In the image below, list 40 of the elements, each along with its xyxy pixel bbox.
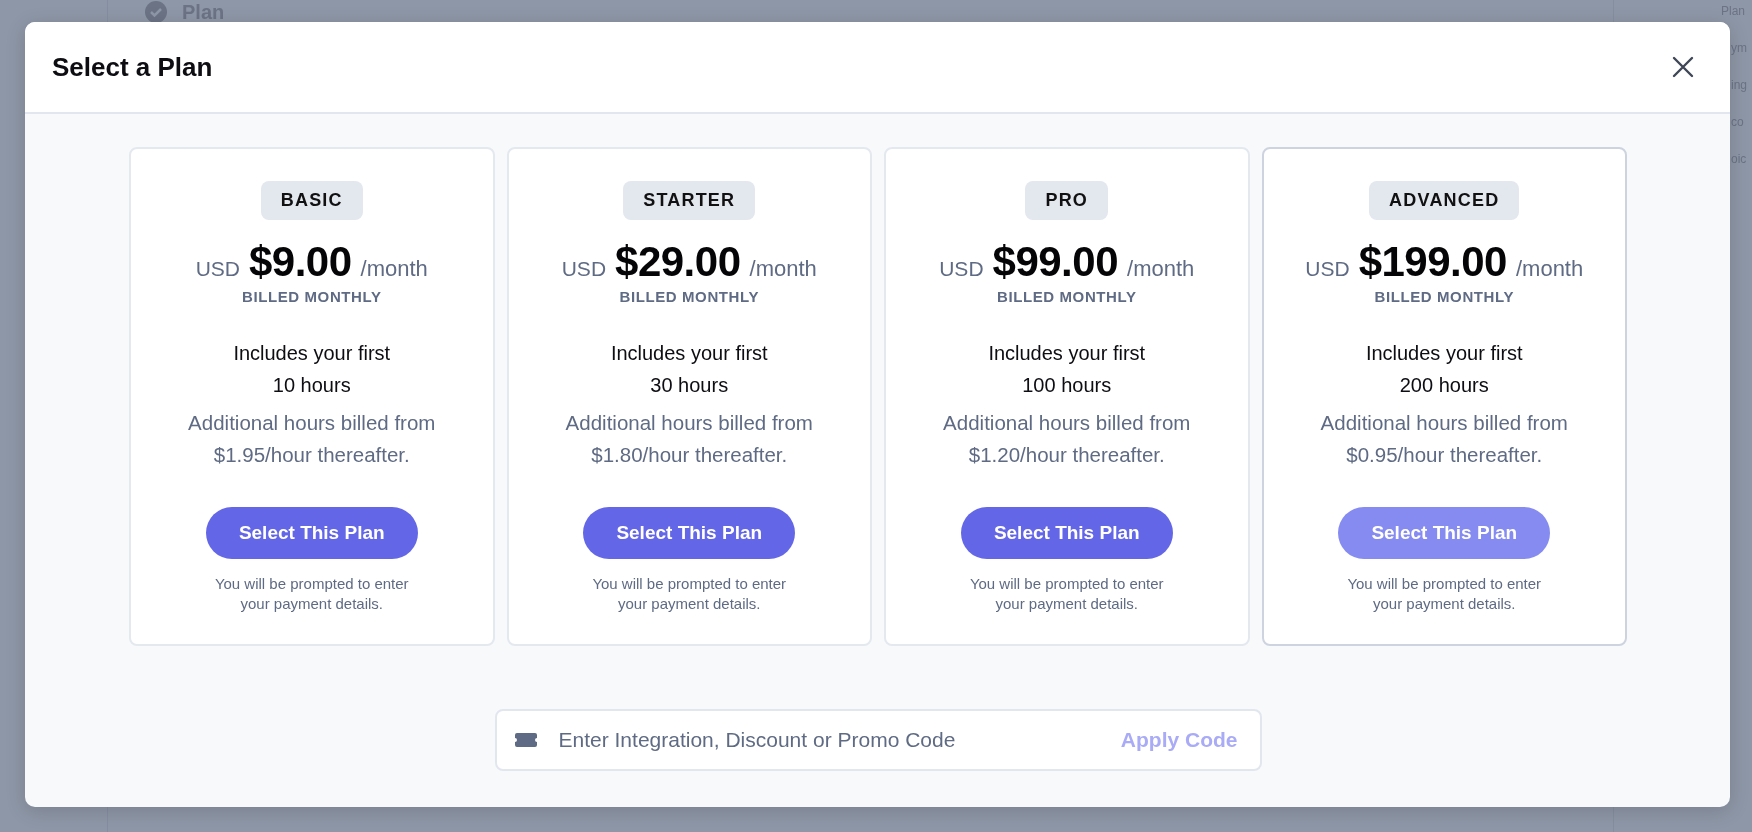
period: /month bbox=[749, 256, 817, 282]
plan-name: BASIC bbox=[260, 181, 363, 220]
plan-name: PRO bbox=[1025, 181, 1109, 220]
select-plan-button[interactable]: Select This Plan bbox=[1338, 507, 1551, 559]
billing-cycle: BILLED MONTHLY bbox=[1374, 288, 1514, 305]
select-plan-button[interactable]: Select This Plan bbox=[205, 507, 418, 559]
period: /month bbox=[1515, 256, 1584, 282]
payment-note: You will be prompted to enter your payment details. bbox=[592, 574, 787, 614]
promo-code-field[interactable]: Enter Integration, Discount or Promo Code Apply Code bbox=[494, 709, 1262, 771]
price: $9.00 bbox=[249, 238, 352, 286]
included-hours: Includes your first 200 hours bbox=[1365, 341, 1523, 398]
currency: USD bbox=[561, 257, 607, 281]
included-hours: Includes your first 10 hours bbox=[233, 341, 391, 398]
period: /month bbox=[1127, 256, 1195, 282]
included-hours: Includes your first 30 hours bbox=[610, 341, 768, 398]
plan-name: ADVANCED bbox=[1369, 181, 1520, 220]
currency: USD bbox=[195, 257, 240, 281]
included-hours: Includes your first 100 hours bbox=[988, 341, 1146, 398]
additional-rate: Additional hours billed from $1.80/hour thereafter. bbox=[565, 410, 813, 468]
ticket-icon bbox=[514, 733, 537, 747]
additional-rate: Additional hours billed from $1.95/hour thereafter. bbox=[188, 410, 436, 468]
price: $199.00 bbox=[1358, 238, 1507, 286]
currency: USD bbox=[1305, 257, 1350, 281]
payment-note: You will be prompted to enter your payment details. bbox=[214, 574, 409, 614]
plan-name: STARTER bbox=[623, 181, 756, 220]
billing-cycle: BILLED MONTHLY bbox=[619, 288, 759, 305]
apply-code-button[interactable]: Apply Code bbox=[1120, 728, 1238, 752]
price: $99.00 bbox=[992, 238, 1118, 286]
select-plan-button[interactable]: Select This Plan bbox=[960, 507, 1173, 559]
billing-cycle: BILLED MONTHLY bbox=[242, 288, 382, 305]
payment-note: You will be prompted to enter your payment details. bbox=[1347, 574, 1542, 614]
additional-rate: Additional hours billed from $1.20/hour thereafter. bbox=[943, 410, 1191, 468]
select-plan-button[interactable]: Select This Plan bbox=[583, 507, 796, 559]
billing-cycle: BILLED MONTHLY bbox=[997, 288, 1137, 305]
payment-note: You will be prompted to enter your payment details. bbox=[969, 574, 1164, 614]
additional-rate: Additional hours billed from $0.95/hour thereafter. bbox=[1320, 410, 1568, 468]
period: /month bbox=[360, 256, 428, 282]
dialog-title: Select a Plan bbox=[52, 51, 213, 83]
currency: USD bbox=[939, 257, 984, 281]
price: $29.00 bbox=[615, 238, 741, 286]
